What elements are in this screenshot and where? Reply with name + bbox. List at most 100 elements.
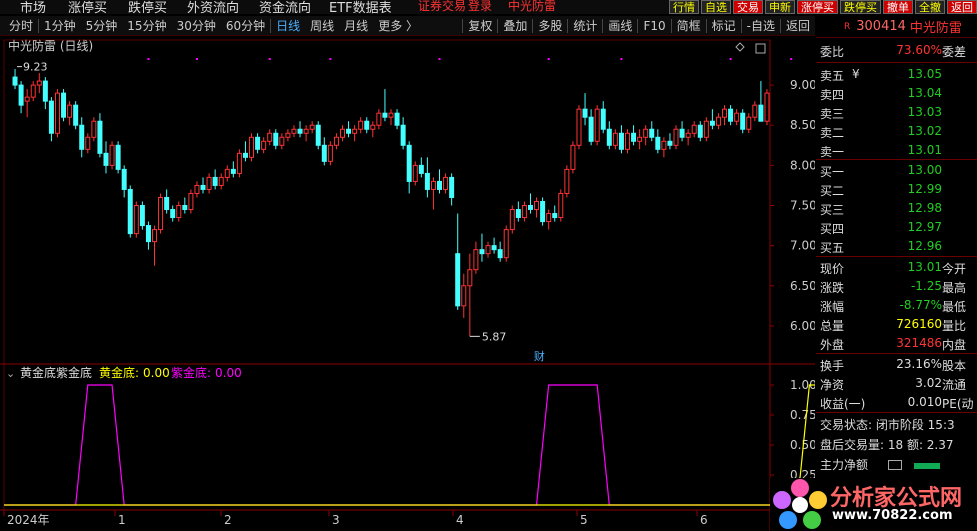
period-tab-15min[interactable]: 15分钟 (122, 16, 171, 36)
candle-body-up (443, 176, 449, 190)
menu-item-limit-up[interactable]: 涨停买 (68, 0, 107, 14)
candle-body-up (333, 136, 339, 146)
quick-quote-button[interactable]: 行情 (669, 0, 699, 14)
ask-2-value: 13.02 (907, 124, 942, 138)
candle-body-up (352, 128, 358, 134)
stat-right-label: 量比 (942, 319, 967, 333)
candle-body-up (461, 285, 467, 307)
menu-item-limit-down[interactable]: 跌停买 (128, 0, 167, 14)
candle-body-up (54, 92, 60, 134)
candle-body-up (267, 132, 273, 142)
period-tab-5min[interactable]: 5分钟 (81, 16, 123, 36)
tool-f10-button[interactable]: F10 (638, 16, 670, 36)
candle-body-up (637, 136, 643, 142)
candle-body-up (467, 269, 473, 287)
stat-row: 涨幅 -8.77% 最低 (820, 297, 977, 315)
menu-item-capital-flow[interactable]: 资金流向 (259, 0, 311, 14)
candle-body-up (67, 104, 73, 118)
date-label: 1 (118, 513, 126, 527)
candle-body-down (321, 144, 327, 162)
candle-body-down (164, 196, 170, 211)
menu-item-market[interactable]: 市场 (20, 0, 46, 14)
stat2-row: 净资 3.02 流通 (820, 375, 977, 393)
candle-body-up (370, 124, 376, 130)
ind-tick-label: 0.75 (790, 408, 815, 422)
tool-watchlist-button[interactable]: -自选 (742, 16, 780, 36)
tool-multi-stock-button[interactable]: 多股 (533, 16, 567, 36)
quick-cancel-button[interactable]: 撤单 (883, 0, 913, 14)
period-tab-intraday[interactable]: 分时 (4, 16, 38, 36)
quick-back-button[interactable]: 返回 (947, 0, 977, 14)
gold-label: 黄金底: (99, 365, 139, 380)
candle-body-up (188, 192, 194, 211)
candle-body-down (606, 128, 612, 146)
ask-1-value: 13.01 (907, 143, 942, 157)
after-hours-volume: 盘后交易量: 18 额: 2.37 (820, 438, 954, 452)
candle-body-up (473, 249, 479, 271)
tool-simple-frame-button[interactable]: 简框 (672, 16, 706, 36)
period-tab-more[interactable]: 更多 〉 (373, 16, 423, 36)
quick-ipo-button[interactable]: 申新 (765, 0, 795, 14)
candle-body-up (176, 205, 182, 219)
tool-back-button[interactable]: 返回 (781, 16, 815, 36)
candle-body-up (715, 116, 721, 126)
tool-stats-button[interactable]: 统计 (568, 16, 602, 36)
stat-right-label: 内盘 (942, 338, 967, 352)
tool-adjust-button[interactable]: 复权 (463, 16, 497, 36)
period-tab-monthly[interactable]: 月线 (339, 16, 373, 36)
tool-draw-line-button[interactable]: 画线 (603, 16, 637, 36)
bid-1-row: 买一 13.00 (820, 162, 977, 180)
low-annotation: 5.87 (482, 330, 507, 343)
quote-panel: 委比 73.60% 委差 卖五 ¥ 13.05 卖四 13.04 卖三 13.0… (816, 40, 977, 531)
tool-overlay-button[interactable]: 叠加 (498, 16, 532, 36)
menu-item-etf-data[interactable]: ETF数据表 (329, 0, 392, 14)
period-toolbar: 分时 1分钟 5分钟 15分钟 30分钟 60分钟 日线 周线 月线 更多 〉 … (0, 16, 815, 36)
menu-trade-link[interactable]: 证券交易 (418, 0, 466, 14)
candle-body-down (145, 225, 151, 243)
candle-body-down (182, 205, 188, 211)
quick-limit-down-button[interactable]: 跌停买 (840, 0, 881, 14)
period-tab-weekly[interactable]: 周线 (305, 16, 339, 36)
candle-body-up (503, 229, 509, 259)
candle-body-up (109, 144, 115, 166)
finance-marker[interactable]: 财 (534, 349, 545, 363)
candle-body-down (631, 132, 637, 142)
period-tab-daily[interactable]: 日线 (271, 16, 305, 36)
collapse-icon[interactable]: ⌄ (6, 367, 15, 380)
ask-5-row: 卖五 ¥ 13.05 (820, 66, 977, 84)
period-tab-60min[interactable]: 60分钟 (221, 16, 270, 36)
menu-login-link[interactable]: 登录 (468, 0, 492, 14)
tool-mark-button[interactable]: 标记 (707, 16, 741, 36)
price-tick-label: 8.00 (790, 158, 815, 172)
kline-chart[interactable]: 中光防雷 (日线) 9.00 8.50 8.00 7.50 7.00 6.50 6.00 9… (0, 36, 815, 531)
candle-body-up (358, 120, 364, 130)
menu-item-foreign-flow[interactable]: 外资流向 (187, 0, 239, 14)
candle-body-up (703, 120, 709, 138)
candle-body-up (564, 168, 570, 194)
candle-body-down (740, 112, 746, 130)
candle-body-down (48, 100, 54, 134)
stat-right-label: 今开 (942, 262, 967, 276)
quick-trade-button[interactable]: 交易 (733, 0, 763, 14)
candle-body-down (230, 168, 236, 174)
ask-3-row: 卖三 13.03 (820, 104, 977, 122)
candle-body-up (303, 128, 309, 134)
stat2-row: 换手 23.16% 股本 (820, 356, 977, 374)
date-label: 5 (580, 513, 588, 527)
candle-body-down (697, 124, 703, 138)
indicator-name: 黄金底紫金底 (20, 365, 92, 380)
candle-body-up (133, 205, 139, 235)
quick-watchlist-button[interactable]: 自选 (701, 0, 731, 14)
candle-body-up (685, 132, 691, 138)
quick-cancel-all-button[interactable]: 全撤 (915, 0, 945, 14)
stat2-value: 23.16% (896, 357, 942, 371)
candle-body-up (570, 144, 576, 170)
price-tick-label: 8.50 (790, 118, 815, 132)
candle-body-up (30, 84, 36, 98)
period-tab-1min[interactable]: 1分钟 (39, 16, 81, 36)
period-tab-30min[interactable]: 30分钟 (172, 16, 221, 36)
logo-url: www.70822.com (832, 508, 953, 523)
candle-body-up (158, 196, 164, 231)
quick-limit-up-button[interactable]: 涨停买 (797, 0, 838, 14)
candle-body-up (91, 120, 97, 138)
